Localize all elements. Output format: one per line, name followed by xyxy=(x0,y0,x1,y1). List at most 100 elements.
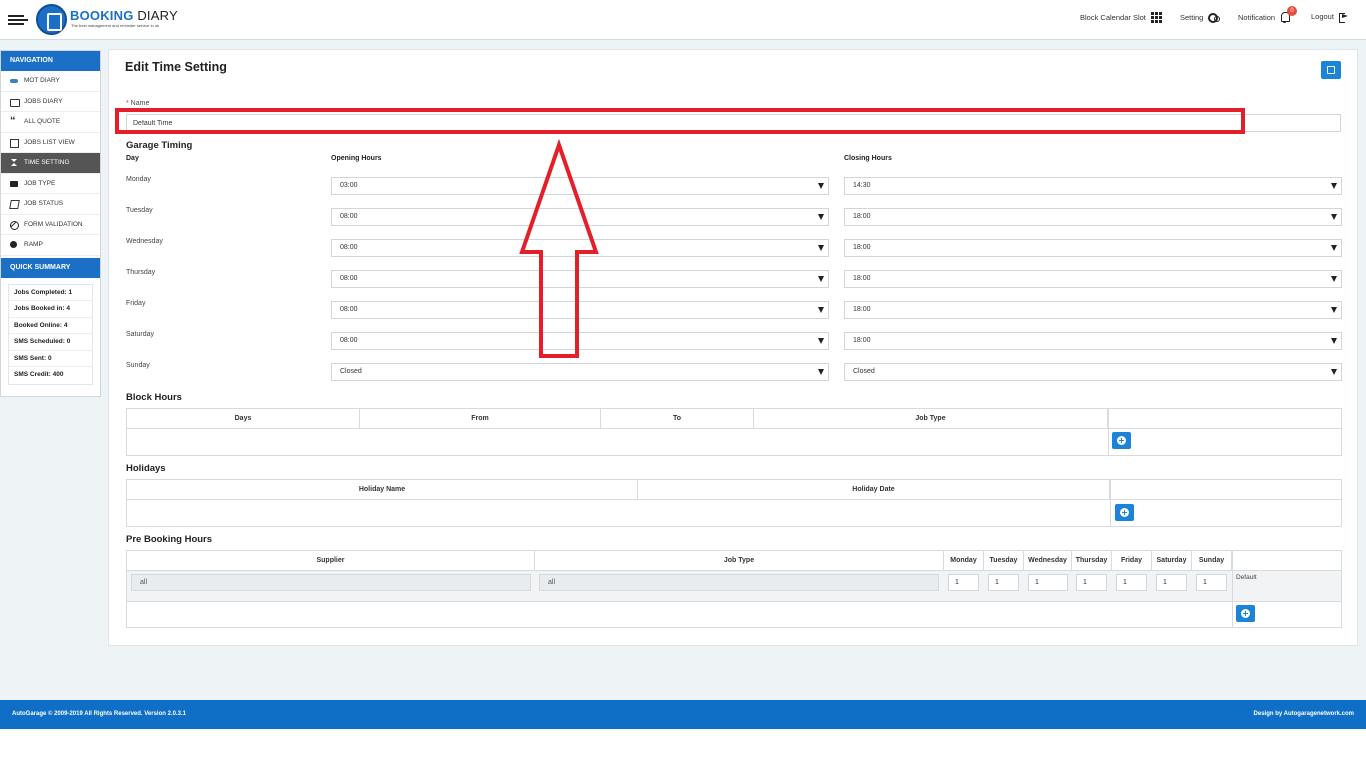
logout-link[interactable]: Logout xyxy=(1311,12,1348,23)
summary-row: SMS Sent: 0 xyxy=(9,351,92,368)
day-label-friday: Friday xyxy=(126,300,146,307)
day-label-thursday: Thursday xyxy=(126,269,156,276)
sunday-hours-input[interactable]: 1 xyxy=(1196,574,1227,591)
sunday-closing-select[interactable]: Closed xyxy=(844,363,1342,381)
name-label: * Name xyxy=(126,100,149,107)
wednesday-hours-input[interactable]: 1 xyxy=(1028,574,1068,591)
pre-col-thursday: Thursday xyxy=(1072,551,1112,570)
select-value: 18:00 xyxy=(853,244,871,251)
table-divider xyxy=(1110,480,1111,526)
booking-diary-logo[interactable]: BOOKING DIARY The best management and re… xyxy=(36,4,186,36)
wednesday-closing-select[interactable]: 18:00 xyxy=(844,239,1342,257)
sidebar-item-label: ALL QUOTE xyxy=(24,118,61,126)
saturday-hours-input[interactable]: 1 xyxy=(1156,574,1187,591)
job-type-input[interactable]: all xyxy=(539,574,939,591)
page-bottom xyxy=(0,729,1366,768)
caret-down-icon xyxy=(818,338,824,344)
caret-down-icon xyxy=(1331,245,1337,251)
opening-hours-header: Opening Hours xyxy=(331,155,382,162)
saturday-closing-select[interactable]: 18:00 xyxy=(844,332,1342,350)
summary-row: Jobs Booked in: 4 xyxy=(9,301,92,318)
select-value: 18:00 xyxy=(853,275,871,282)
block-calendar-slot-link[interactable]: Block Calendar Slot xyxy=(1080,12,1162,23)
select-value: 18:00 xyxy=(853,337,871,344)
logo-tagline: The best management and reminder service… xyxy=(71,23,160,28)
block-calendar-label: Block Calendar Slot xyxy=(1080,13,1146,22)
footer: AutoGarage © 2009-2019 All Rights Reserv… xyxy=(0,700,1366,729)
sidebar-item-label: JOBS LIST VIEW xyxy=(24,138,75,146)
tuesday-hours-input[interactable]: 1 xyxy=(988,574,1019,591)
sidebar-item-jobs-list-view[interactable]: JOBS LIST VIEW xyxy=(1,133,100,153)
tuesday-closing-select[interactable]: 18:00 xyxy=(844,208,1342,226)
caret-down-icon xyxy=(818,307,824,313)
thursday-hours-input[interactable]: 1 xyxy=(1076,574,1107,591)
sidebar-item-all-quote[interactable]: ALL QUOTE xyxy=(1,112,100,133)
notification-label: Notification xyxy=(1238,13,1276,22)
friday-opening-select[interactable]: 08:00 xyxy=(331,301,829,319)
tuesday-opening-select[interactable]: 08:00 xyxy=(331,208,829,226)
block-col-job-type: Job Type xyxy=(754,409,1108,428)
name-input[interactable] xyxy=(126,114,1341,132)
thursday-opening-select[interactable]: 08:00 xyxy=(331,270,829,288)
sidebar-item-form-validation[interactable]: FORM VALIDATION xyxy=(1,215,100,235)
caret-down-icon xyxy=(818,276,824,282)
sidebar-item-job-status[interactable]: JOB STATUS xyxy=(1,194,100,215)
briefcase-icon xyxy=(10,180,18,187)
pre-col-friday: Friday xyxy=(1112,551,1152,570)
pre-col-sunday: Sunday xyxy=(1192,551,1232,570)
friday-closing-select[interactable]: 18:00 xyxy=(844,301,1342,319)
day-label-wednesday: Wednesday xyxy=(126,238,163,245)
caret-down-icon xyxy=(1331,183,1337,189)
add-holiday-button[interactable] xyxy=(1115,504,1134,521)
monday-closing-select[interactable]: 14:30 xyxy=(844,177,1342,195)
add-pre-booking-button[interactable] xyxy=(1236,605,1255,622)
gears-icon xyxy=(1208,12,1221,23)
sidebar-item-time-setting[interactable]: TIME SETTING xyxy=(1,153,100,174)
table-divider xyxy=(127,499,1341,500)
sidebar-item-job-type[interactable]: JOB TYPE xyxy=(1,174,100,194)
sidebar-item-label: RAMP xyxy=(24,241,43,249)
thursday-closing-select[interactable]: 18:00 xyxy=(844,270,1342,288)
sidebar-item-jobs-diary[interactable]: JOBS DIARY xyxy=(1,92,100,112)
page-title: Edit Time Setting xyxy=(125,60,227,74)
dashboard-icon xyxy=(10,241,18,249)
sidebar-item-label: JOBS DIARY xyxy=(24,97,63,105)
floppy-disk-icon xyxy=(1327,66,1335,74)
sidebar-item-mot-diary[interactable]: MOT DIARY xyxy=(1,71,100,92)
name-label-text: Name xyxy=(128,100,150,107)
select-value: 08:00 xyxy=(340,244,358,251)
sunday-opening-select[interactable]: Closed xyxy=(331,363,829,381)
select-value: 08:00 xyxy=(340,275,358,282)
select-value: 14:30 xyxy=(853,182,871,189)
caret-down-icon xyxy=(818,369,824,375)
logo-badge-icon xyxy=(36,4,67,35)
save-button[interactable] xyxy=(1321,61,1341,79)
copyright-text: AutoGarage © 2009-2019 All Rights Reserv… xyxy=(12,711,186,717)
notification-link[interactable]: Notification xyxy=(1238,12,1291,23)
table-divider xyxy=(127,428,1341,429)
supplier-input[interactable]: all xyxy=(131,574,531,591)
monday-opening-select[interactable]: 03:00 xyxy=(331,177,829,195)
saturday-opening-select[interactable]: 08:00 xyxy=(331,332,829,350)
day-label-sunday: Sunday xyxy=(126,362,150,369)
sidebar-item-ramp[interactable]: RAMP xyxy=(1,235,100,256)
sidebar-item-label: TIME SETTING xyxy=(24,159,70,167)
select-value: 08:00 xyxy=(340,213,358,220)
caret-down-icon xyxy=(818,183,824,189)
menu-toggle-icon[interactable] xyxy=(8,13,28,27)
logout-label: Logout xyxy=(1311,12,1334,21)
friday-hours-input[interactable]: 1 xyxy=(1116,574,1147,591)
grid-icon xyxy=(1150,12,1162,23)
quote-icon xyxy=(10,115,18,127)
setting-link[interactable]: Setting xyxy=(1180,12,1221,23)
navigation-heading: NAVIGATION xyxy=(1,51,100,71)
designer-credit[interactable]: Design by Autogaragenetwork.com xyxy=(1254,711,1354,717)
select-value: 18:00 xyxy=(853,306,871,313)
sidebar-item-label: MOT DIARY xyxy=(24,77,60,85)
wednesday-opening-select[interactable]: 08:00 xyxy=(331,239,829,257)
monday-hours-input[interactable]: 1 xyxy=(948,574,979,591)
add-block-hours-button[interactable] xyxy=(1112,432,1131,449)
quick-summary-heading: QUICK SUMMARY xyxy=(1,257,100,278)
caret-down-icon xyxy=(1331,276,1337,282)
logo-text: BOOKING DIARY xyxy=(70,8,178,23)
